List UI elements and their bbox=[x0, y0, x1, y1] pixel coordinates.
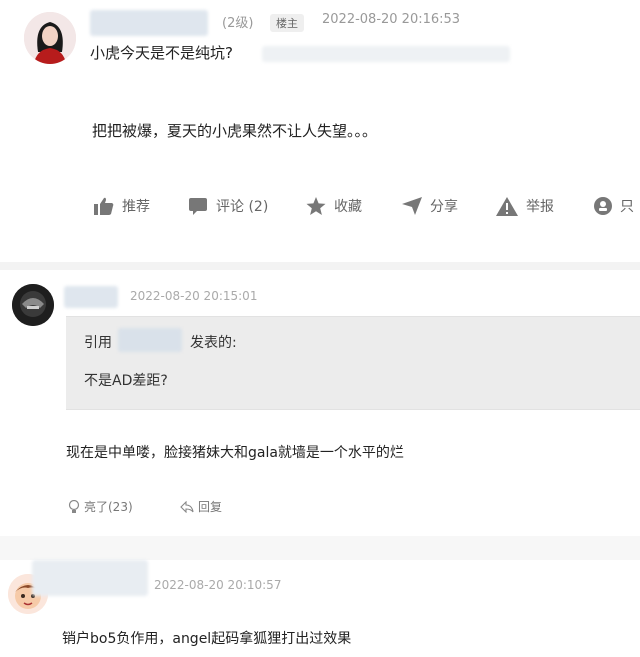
comment-button[interactable]: 评论 (2) bbox=[188, 196, 268, 216]
only-author-button[interactable]: 只 bbox=[594, 196, 634, 216]
only-author-label: 只 bbox=[620, 199, 634, 215]
reply2-body: 销户bo5负作用，angel起码拿狐狸打出过效果 bbox=[62, 631, 352, 647]
reply2-author-redacted bbox=[32, 560, 148, 596]
post-title: 小虎今天是不是纯坑? bbox=[90, 44, 233, 62]
warning-icon bbox=[496, 196, 518, 216]
post-divider bbox=[0, 262, 640, 270]
reply-label: 回复 bbox=[198, 500, 223, 514]
post-title-redacted bbox=[262, 46, 510, 62]
comment-icon bbox=[189, 198, 207, 215]
recommend-label: 推荐 bbox=[122, 199, 150, 215]
post-author-tag: 楼主 bbox=[270, 14, 304, 32]
report-label: 举报 bbox=[526, 199, 554, 215]
comment-label: 评论 (2) bbox=[216, 199, 269, 215]
thumbs-up-icon bbox=[94, 197, 114, 215]
reply1-author-redacted bbox=[64, 286, 118, 308]
like-button[interactable]: 亮了(23) bbox=[68, 498, 133, 515]
post-author-name-redacted bbox=[90, 10, 208, 36]
post-time: 2022-08-20 20:16:53 bbox=[322, 12, 461, 27]
user-circle-icon bbox=[594, 197, 612, 215]
share-label: 分享 bbox=[430, 199, 458, 215]
reply1-body: 现在是中单喽，脸接猪妹大和gala就墙是一个水平的烂 bbox=[66, 445, 404, 461]
post-author-avatar[interactable] bbox=[24, 12, 76, 64]
favorite-label: 收藏 bbox=[334, 199, 362, 215]
quoted-user-redacted bbox=[118, 328, 182, 352]
reply-arrow-icon bbox=[180, 500, 194, 513]
reply-divider bbox=[0, 536, 640, 560]
share-button[interactable]: 分享 bbox=[402, 196, 458, 216]
post-author-level: (2级) bbox=[222, 16, 254, 31]
post-body: 把把被爆，夏天的小虎果然不让人失望。。。 bbox=[92, 122, 378, 140]
share-icon bbox=[402, 197, 422, 215]
like-count: 亮了(23) bbox=[84, 500, 133, 514]
reply1-time: 2022-08-20 20:15:01 bbox=[130, 289, 258, 303]
reply-button[interactable]: 回复 bbox=[180, 498, 222, 515]
quote-prefix: 引用 bbox=[84, 335, 112, 351]
report-button[interactable]: 举报 bbox=[496, 196, 554, 216]
quote-text: 不是AD差距? bbox=[84, 373, 168, 389]
quote-suffix: 发表的: bbox=[190, 335, 237, 351]
reply2-time: 2022-08-20 20:10:57 bbox=[154, 578, 282, 592]
star-icon bbox=[306, 196, 326, 215]
favorite-button[interactable]: 收藏 bbox=[306, 196, 362, 216]
reply1-avatar[interactable] bbox=[12, 284, 54, 326]
recommend-button[interactable]: 推荐 bbox=[94, 196, 150, 216]
lightbulb-icon bbox=[68, 499, 80, 513]
